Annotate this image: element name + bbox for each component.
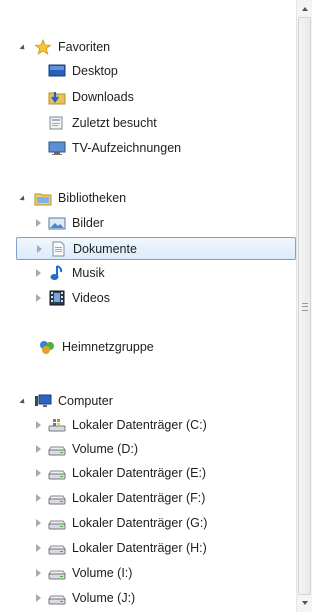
tv-recordings-icon	[48, 140, 66, 156]
nav-item-downloads[interactable]: Downloads	[48, 86, 134, 108]
collapsed-arrow-icon[interactable]	[36, 469, 41, 477]
collapsed-arrow-icon[interactable]	[36, 544, 41, 552]
collapsed-arrow-icon[interactable]	[36, 294, 41, 302]
nav-drive-c[interactable]: Lokaler Datenträger (C:)	[32, 414, 207, 436]
vertical-scrollbar[interactable]	[296, 0, 312, 612]
nav-favorites[interactable]: Favoriten	[16, 36, 110, 58]
nav-item-label: Downloads	[72, 90, 134, 104]
drive-icon	[48, 465, 66, 481]
nav-computer-label: Computer	[58, 394, 113, 408]
collapsed-arrow-icon[interactable]	[36, 421, 41, 429]
expand-arrow-icon[interactable]	[19, 195, 27, 203]
nav-item-label: TV-Aufzeichnungen	[72, 141, 182, 155]
nav-item-label: Lokaler Datenträger (C:)	[72, 418, 207, 432]
drive-icon	[48, 490, 66, 506]
nav-item-tv-recordings[interactable]: TV-Aufzeichnungen	[48, 137, 181, 159]
scrollbar-grip-icon	[302, 303, 308, 311]
nav-drive-j[interactable]: Volume (J:)	[32, 587, 135, 609]
nav-item-videos[interactable]: Videos	[32, 287, 110, 309]
nav-drive-f[interactable]: Lokaler Datenträger (F:)	[32, 487, 205, 509]
nav-drive-i[interactable]: Volume (I:)	[32, 562, 132, 584]
expand-arrow-icon[interactable]	[19, 44, 27, 52]
drive-icon	[48, 565, 66, 581]
system-drive-icon	[48, 417, 66, 433]
collapsed-arrow-icon[interactable]	[36, 494, 41, 502]
drive-icon	[48, 441, 66, 457]
scroll-down-arrow-icon[interactable]	[297, 595, 313, 612]
nav-item-music[interactable]: Musik	[32, 262, 105, 284]
expand-arrow-icon[interactable]	[19, 398, 27, 406]
collapsed-arrow-icon[interactable]	[37, 245, 42, 253]
recent-places-icon	[48, 115, 66, 131]
nav-item-label: Volume (I:)	[72, 566, 133, 580]
nav-homegroup[interactable]: Heimnetzgruppe	[38, 336, 154, 358]
nav-computer[interactable]: Computer	[16, 390, 113, 412]
videos-icon	[48, 290, 66, 306]
desktop-icon	[48, 63, 66, 79]
nav-item-label: Lokaler Datenträger (F:)	[72, 491, 206, 505]
nav-item-documents[interactable]: Dokumente	[16, 237, 296, 260]
nav-item-label: Musik	[72, 266, 105, 280]
drive-icon	[48, 590, 66, 606]
nav-item-pictures[interactable]: Bilder	[32, 212, 104, 234]
star-icon	[34, 39, 52, 55]
collapsed-arrow-icon[interactable]	[36, 519, 41, 527]
nav-libraries-label: Bibliotheken	[58, 191, 127, 205]
downloads-icon	[48, 89, 66, 105]
drive-icon	[48, 515, 66, 531]
nav-libraries[interactable]: Bibliotheken	[16, 187, 126, 209]
nav-item-label: Lokaler Datenträger (H:)	[72, 541, 207, 555]
nav-item-label: Volume (J:)	[72, 591, 136, 605]
nav-item-desktop[interactable]: Desktop	[48, 60, 118, 82]
nav-item-label: Videos	[72, 291, 110, 305]
nav-favorites-label: Favoriten	[58, 40, 111, 54]
nav-item-label: Bilder	[72, 216, 104, 230]
nav-item-label: Lokaler Datenträger (E:)	[72, 466, 207, 480]
homegroup-icon	[38, 339, 56, 355]
nav-drive-d[interactable]: Volume (D:)	[32, 438, 138, 460]
nav-item-label: Desktop	[72, 64, 118, 78]
collapsed-arrow-icon[interactable]	[36, 219, 41, 227]
navigation-pane: Favoriten Desktop Downloads Zuletzt besu…	[0, 0, 296, 612]
nav-drive-h[interactable]: Lokaler Datenträger (H:)	[32, 537, 207, 559]
nav-item-label: Dokumente	[73, 241, 137, 256]
collapsed-arrow-icon[interactable]	[36, 445, 41, 453]
documents-icon	[49, 241, 67, 257]
pictures-icon	[48, 215, 66, 231]
collapsed-arrow-icon[interactable]	[36, 594, 41, 602]
nav-drive-e[interactable]: Lokaler Datenträger (E:)	[32, 462, 206, 484]
computer-icon	[34, 393, 52, 409]
scroll-up-arrow-icon[interactable]	[297, 0, 313, 17]
drive-icon	[48, 540, 66, 556]
music-icon	[48, 265, 66, 281]
libraries-icon	[34, 190, 52, 206]
collapsed-arrow-icon[interactable]	[36, 269, 41, 277]
collapsed-arrow-icon[interactable]	[36, 569, 41, 577]
nav-item-recent[interactable]: Zuletzt besucht	[48, 112, 157, 134]
nav-item-label: Lokaler Datenträger (G:)	[72, 516, 208, 530]
nav-drive-g[interactable]: Lokaler Datenträger (G:)	[32, 512, 207, 534]
scrollbar-thumb[interactable]	[298, 17, 311, 595]
nav-item-label: Zuletzt besucht	[72, 116, 157, 130]
nav-homegroup-label: Heimnetzgruppe	[62, 340, 154, 354]
nav-item-label: Volume (D:)	[72, 442, 138, 456]
